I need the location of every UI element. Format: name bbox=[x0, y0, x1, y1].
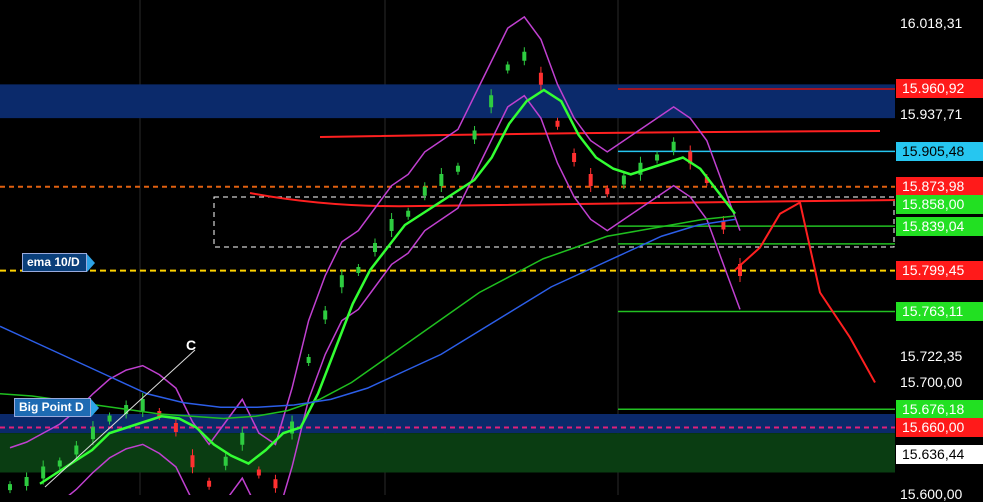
candle-body-0 bbox=[8, 484, 12, 491]
level-lines bbox=[0, 88, 895, 429]
candle-body-14 bbox=[240, 432, 245, 445]
candle-body-13 bbox=[223, 456, 228, 466]
price-tag: 15.660,00 bbox=[896, 418, 983, 437]
price-tag: 15.839,04 bbox=[896, 216, 983, 236]
price-tag: 15.799,45 bbox=[896, 261, 983, 281]
candle-body-10 bbox=[173, 423, 178, 432]
price-chart[interactable] bbox=[0, 0, 895, 495]
ema-label[interactable]: ema 10/D bbox=[22, 253, 95, 272]
y-tick-label: 15.600,00 bbox=[900, 486, 963, 502]
candle-body-39 bbox=[655, 154, 660, 161]
candle-body-6 bbox=[107, 415, 112, 422]
candle-body-22 bbox=[373, 243, 377, 252]
candle-body-33 bbox=[555, 120, 560, 127]
candle-body-23 bbox=[389, 219, 394, 231]
candle-body-30 bbox=[505, 64, 510, 71]
y-tick-label: 15.700,00 bbox=[900, 373, 963, 390]
price-tag: 15.763,11 bbox=[896, 302, 983, 321]
resistance-line bbox=[319, 130, 881, 138]
y-tick-label: 16.018,31 bbox=[900, 15, 963, 32]
candle-body-27 bbox=[455, 165, 460, 172]
candle-body-36 bbox=[605, 188, 610, 195]
price-tag: 15.636,44 bbox=[896, 444, 983, 464]
candle-body-15 bbox=[256, 469, 261, 476]
candle-body-20 bbox=[339, 275, 344, 288]
y-tick-label: 15.937,71 bbox=[900, 106, 963, 123]
candle-body-18 bbox=[306, 357, 311, 363]
price-tag: 15.873,98 bbox=[896, 177, 983, 197]
candle-body-12 bbox=[207, 480, 212, 487]
candle-body-8 bbox=[140, 399, 145, 411]
candle-body-37 bbox=[621, 175, 626, 185]
forecast-path bbox=[734, 200, 876, 383]
candle-body-32 bbox=[538, 72, 543, 85]
candle-body-3 bbox=[57, 460, 62, 467]
big-point-label[interactable]: Big Point D bbox=[14, 398, 99, 417]
y-tick-label: 15.722,35 bbox=[900, 348, 963, 365]
price-tag: 15.858,00 bbox=[896, 195, 983, 215]
candle-body-24 bbox=[406, 210, 411, 217]
zone-1 bbox=[0, 414, 895, 434]
forecast-line bbox=[734, 200, 876, 383]
candle-body-31 bbox=[522, 51, 527, 61]
candle-body-19 bbox=[323, 310, 328, 320]
price-tag: 15.960,92 bbox=[896, 79, 983, 99]
zone-2 bbox=[0, 433, 895, 473]
candle-body-1 bbox=[24, 477, 29, 486]
candle-body-35 bbox=[588, 174, 593, 186]
candle-body-28 bbox=[472, 130, 477, 140]
candle-body-11 bbox=[190, 455, 195, 468]
candle-body-25 bbox=[422, 186, 427, 196]
wave-label-c: C bbox=[186, 337, 197, 353]
candle-body-29 bbox=[489, 95, 494, 108]
candle-body-40 bbox=[671, 141, 676, 151]
candle-body-26 bbox=[439, 174, 444, 186]
candle-body-21 bbox=[356, 267, 361, 273]
price-zones bbox=[0, 84, 895, 473]
candle-body-4 bbox=[74, 445, 79, 455]
candle-body-2 bbox=[41, 466, 46, 479]
candle-body-5 bbox=[90, 427, 95, 440]
price-tag: 15.905,48 bbox=[896, 141, 983, 161]
candle-body-34 bbox=[572, 153, 577, 162]
candle-body-16 bbox=[273, 479, 278, 489]
price-tag: 15.676,18 bbox=[896, 399, 983, 419]
